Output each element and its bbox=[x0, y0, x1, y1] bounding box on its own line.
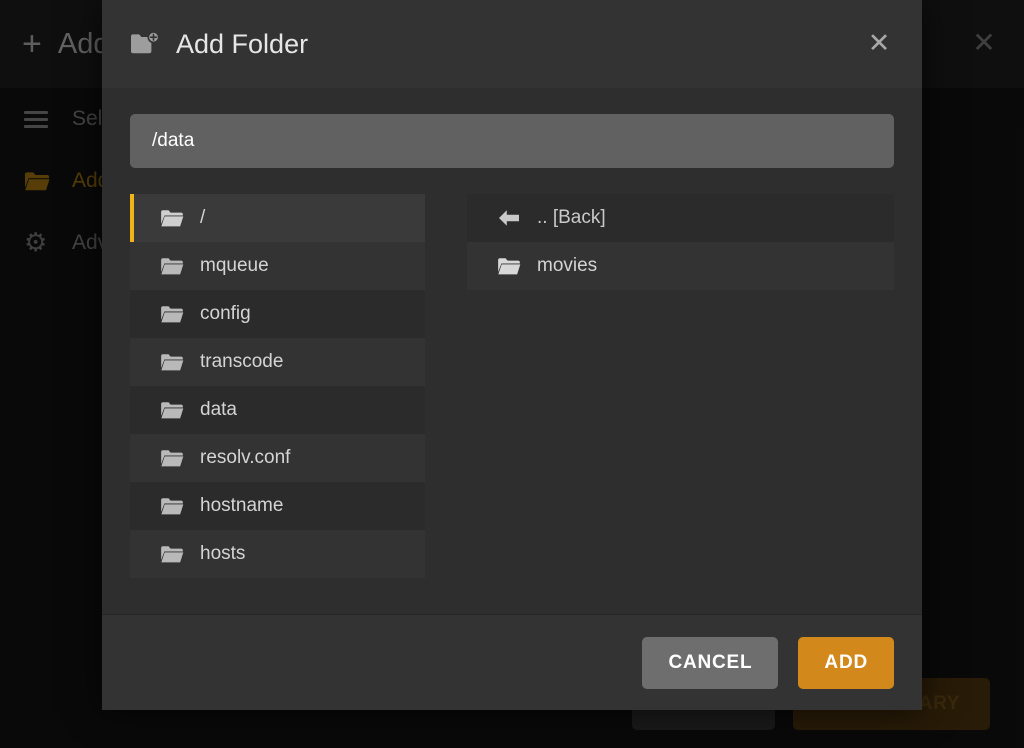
close-icon[interactable]: ✕ bbox=[864, 29, 894, 59]
list-item-label: / bbox=[200, 207, 205, 229]
folder-plus-icon bbox=[130, 31, 160, 57]
folder-icon bbox=[497, 257, 523, 276]
dialog-body: / mqueue bbox=[102, 88, 922, 614]
add-folder-dialog: Add Folder ✕ / bbox=[102, 0, 922, 710]
back-list-item-label: .. [Back] bbox=[537, 207, 606, 229]
folder-icon bbox=[160, 353, 186, 372]
list-item-label: mqueue bbox=[200, 255, 269, 277]
list-item[interactable]: / bbox=[130, 194, 425, 242]
list-item[interactable]: data bbox=[130, 386, 425, 434]
folder-icon bbox=[160, 401, 186, 420]
folder-icon bbox=[160, 305, 186, 324]
list-item-label: hosts bbox=[200, 543, 245, 565]
folder-icon bbox=[160, 545, 186, 564]
list-item[interactable]: transcode bbox=[130, 338, 425, 386]
add-button[interactable]: ADD bbox=[798, 637, 894, 689]
list-item[interactable]: resolv.conf bbox=[130, 434, 425, 482]
folder-browser: / mqueue bbox=[130, 194, 894, 578]
folder-icon bbox=[160, 497, 186, 516]
dialog-header: Add Folder ✕ bbox=[102, 0, 922, 88]
list-item-label: resolv.conf bbox=[200, 447, 290, 469]
list-item[interactable]: hostname bbox=[130, 482, 425, 530]
list-item[interactable]: config bbox=[130, 290, 425, 338]
list-item-label: data bbox=[200, 399, 237, 421]
list-item-label: config bbox=[200, 303, 251, 325]
dialog-footer: CANCEL ADD bbox=[102, 614, 922, 710]
arrow-left-icon bbox=[497, 209, 523, 227]
back-list-item[interactable]: .. [Back] bbox=[467, 194, 894, 242]
path-input[interactable] bbox=[130, 114, 894, 168]
cancel-button[interactable]: CANCEL bbox=[642, 637, 778, 689]
list-item-label: hostname bbox=[200, 495, 283, 517]
left-folder-list: / mqueue bbox=[130, 194, 425, 578]
right-folder-list: .. [Back] movies bbox=[467, 194, 894, 578]
dialog-title: Add Folder bbox=[176, 29, 308, 60]
folder-icon bbox=[160, 449, 186, 468]
list-item-label: transcode bbox=[200, 351, 283, 373]
list-item[interactable]: mqueue bbox=[130, 242, 425, 290]
folder-icon bbox=[160, 209, 186, 228]
folder-icon bbox=[160, 257, 186, 276]
list-item[interactable]: hosts bbox=[130, 530, 425, 578]
list-item-label: movies bbox=[537, 255, 597, 277]
list-item[interactable]: movies bbox=[467, 242, 894, 290]
